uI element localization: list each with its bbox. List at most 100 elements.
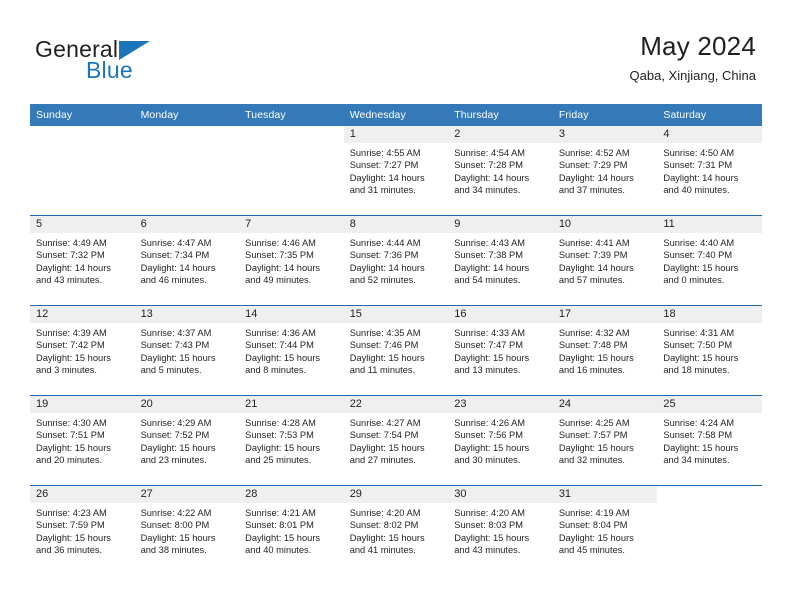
- day-number: 17: [552, 306, 658, 323]
- sun-info-line: and 34 minutes.: [454, 185, 521, 196]
- calendar-day-cell[interactable]: 4 Sunrise: 4:50 AM Sunset: 7:31 PM Daylight…: [657, 126, 762, 216]
- calendar-day-cell[interactable]: 29 Sunrise: 4:20 AM Sunset: 8:02 PM Dayligh…: [343, 485, 449, 575]
- calendar-day-cell[interactable]: 15 Sunrise: 4:35 AM Sunset: 7:46 PM Dayligh…: [343, 305, 449, 396]
- sun-info-line: Sunset: 7:47 PM: [454, 340, 523, 351]
- day-number: 31: [552, 486, 658, 503]
- sun-info-line: and 49 minutes.: [245, 275, 312, 286]
- calendar-day-cell[interactable]: 1 Sunrise: 4:55 AM Sunset: 7:27 PM Daylight…: [343, 126, 449, 216]
- sun-info: Sunrise: 4:29 AM Sunset: 7:52 PM Daylight:…: [135, 413, 240, 467]
- calendar-day-cell[interactable]: 9 Sunrise: 4:43 AM Sunset: 7:38 PM Daylight…: [448, 215, 553, 306]
- calendar-day-cell[interactable]: [30, 126, 135, 216]
- calendar-day-cell[interactable]: 6 Sunrise: 4:47 AM Sunset: 7:34 PM Daylight…: [134, 215, 240, 306]
- day-cell-content: 12 Sunrise: 4:39 AM Sunset: 7:42 PM Dayligh…: [30, 306, 135, 395]
- day-cell-content: 27 Sunrise: 4:22 AM Sunset: 8:00 PM Dayligh…: [134, 486, 240, 575]
- sun-info-line: Sunrise: 4:47 AM: [140, 238, 212, 248]
- calendar-day-cell[interactable]: 7 Sunrise: 4:46 AM Sunset: 7:35 PM Daylight…: [239, 215, 344, 306]
- calendar-day-cell[interactable]: 8 Sunrise: 4:44 AM Sunset: 7:36 PM Daylight…: [343, 215, 449, 306]
- calendar-week-row: 1 Sunrise: 4:55 AM Sunset: 7:27 PM Daylight…: [30, 126, 762, 216]
- sun-info-line: and 46 minutes.: [140, 275, 207, 286]
- calendar-day-cell[interactable]: 23 Sunrise: 4:26 AM Sunset: 7:56 PM Dayligh…: [448, 395, 553, 486]
- sun-info-line: and 37 minutes.: [558, 185, 625, 196]
- calendar-day-cell[interactable]: 18 Sunrise: 4:31 AM Sunset: 7:50 PM Dayligh…: [657, 305, 762, 396]
- day-cell-content: 22 Sunrise: 4:27 AM Sunset: 7:54 PM Dayligh…: [343, 396, 449, 485]
- sun-info: Sunrise: 4:44 AM Sunset: 7:36 PM Daylight:…: [344, 233, 449, 287]
- sun-info: Sunrise: 4:20 AM Sunset: 8:02 PM Daylight:…: [344, 503, 449, 557]
- sun-info-line: Daylight: 14 hours: [663, 172, 739, 183]
- day-number: 22: [343, 396, 449, 413]
- calendar-day-cell[interactable]: 3 Sunrise: 4:52 AM Sunset: 7:29 PM Daylight…: [552, 126, 658, 216]
- sun-info-line: Daylight: 15 hours: [349, 442, 425, 453]
- calendar-week-row: 26 Sunrise: 4:23 AM Sunset: 7:59 PM Dayligh…: [30, 485, 762, 575]
- calendar-week-row: 5 Sunrise: 4:49 AM Sunset: 7:32 PM Daylight…: [30, 215, 762, 306]
- day-number: 6: [134, 216, 240, 233]
- calendar-day-cell[interactable]: 28 Sunrise: 4:21 AM Sunset: 8:01 PM Dayligh…: [239, 485, 344, 575]
- day-number: [135, 126, 240, 143]
- weekday-header-friday: Friday: [552, 104, 658, 126]
- sun-info-line: Sunset: 7:31 PM: [663, 160, 733, 171]
- sun-info-line: Daylight: 14 hours: [558, 262, 634, 273]
- day-cell-content: 6 Sunrise: 4:47 AM Sunset: 7:34 PM Daylight…: [134, 216, 240, 305]
- calendar-day-cell[interactable]: 19 Sunrise: 4:30 AM Sunset: 7:51 PM Dayligh…: [30, 395, 135, 486]
- calendar-day-cell[interactable]: 5 Sunrise: 4:49 AM Sunset: 7:32 PM Daylight…: [30, 215, 135, 306]
- sun-info-line: Sunset: 7:35 PM: [245, 250, 314, 261]
- day-cell-content: 11 Sunrise: 4:40 AM Sunset: 7:40 PM Dayligh…: [657, 216, 762, 305]
- sun-info-line: Daylight: 15 hours: [36, 352, 111, 363]
- day-cell-content: 29 Sunrise: 4:20 AM Sunset: 8:02 PM Dayligh…: [343, 486, 449, 575]
- sun-info-line: Sunrise: 4:40 AM: [663, 238, 735, 248]
- sun-info-line: Sunrise: 4:39 AM: [36, 328, 107, 338]
- sun-info-line: Daylight: 14 hours: [349, 172, 425, 183]
- day-number: 18: [657, 306, 762, 323]
- day-number: 25: [657, 396, 762, 413]
- sun-info-line: Sunrise: 4:52 AM: [558, 148, 630, 158]
- sun-info-line: Daylight: 15 hours: [349, 532, 425, 543]
- sun-info-line: and 30 minutes.: [454, 455, 521, 466]
- sun-info-line: Sunset: 8:00 PM: [140, 520, 210, 531]
- calendar-day-cell[interactable]: 20 Sunrise: 4:29 AM Sunset: 7:52 PM Dayligh…: [134, 395, 240, 486]
- sun-info: Sunrise: 4:54 AM Sunset: 7:28 PM Daylight:…: [448, 143, 553, 197]
- sun-info-line: Sunrise: 4:26 AM: [454, 418, 526, 428]
- sun-info-line: Sunset: 8:02 PM: [349, 520, 419, 531]
- sun-info-line: and 40 minutes.: [245, 545, 312, 556]
- sun-info-line: Sunrise: 4:21 AM: [245, 508, 316, 518]
- sun-info-line: and 23 minutes.: [140, 455, 207, 466]
- day-number: [239, 126, 344, 143]
- calendar-day-cell[interactable]: 14 Sunrise: 4:36 AM Sunset: 7:44 PM Dayligh…: [239, 305, 344, 396]
- calendar-day-cell[interactable]: [239, 126, 344, 216]
- calendar-day-cell[interactable]: 25 Sunrise: 4:24 AM Sunset: 7:58 PM Dayligh…: [657, 395, 762, 486]
- sun-info-line: and 5 minutes.: [140, 365, 202, 376]
- sun-info-line: Daylight: 15 hours: [36, 442, 111, 453]
- calendar-day-cell[interactable]: 24 Sunrise: 4:25 AM Sunset: 7:57 PM Dayligh…: [552, 395, 658, 486]
- sun-info: Sunrise: 4:25 AM Sunset: 7:57 PM Daylight:…: [553, 413, 658, 467]
- calendar-day-cell[interactable]: 21 Sunrise: 4:28 AM Sunset: 7:53 PM Dayligh…: [239, 395, 344, 486]
- day-number: 10: [552, 216, 658, 233]
- sun-info-line: Sunrise: 4:33 AM: [454, 328, 526, 338]
- calendar-day-cell[interactable]: 11 Sunrise: 4:40 AM Sunset: 7:40 PM Dayligh…: [657, 215, 762, 306]
- weekday-header-sunday: Sunday: [30, 104, 135, 126]
- calendar-day-cell[interactable]: 13 Sunrise: 4:37 AM Sunset: 7:43 PM Dayligh…: [134, 305, 240, 396]
- sun-info: Sunrise: 4:41 AM Sunset: 7:39 PM Daylight:…: [553, 233, 658, 287]
- sun-info: Sunrise: 4:33 AM Sunset: 7:47 PM Daylight:…: [448, 323, 553, 377]
- sun-info-line: and 0 minutes.: [663, 275, 725, 286]
- calendar-day-cell[interactable]: 16 Sunrise: 4:33 AM Sunset: 7:47 PM Dayligh…: [448, 305, 553, 396]
- calendar-day-cell[interactable]: [135, 126, 240, 216]
- sun-info: Sunrise: 4:37 AM Sunset: 7:43 PM Daylight:…: [135, 323, 240, 377]
- calendar-day-cell[interactable]: 10 Sunrise: 4:41 AM Sunset: 7:39 PM Dayligh…: [552, 215, 658, 306]
- sun-info-line: and 36 minutes.: [36, 545, 103, 556]
- calendar-day-cell[interactable]: 22 Sunrise: 4:27 AM Sunset: 7:54 PM Dayligh…: [343, 395, 449, 486]
- sun-info-line: Daylight: 15 hours: [663, 262, 739, 273]
- sun-info-line: and 8 minutes.: [245, 365, 307, 376]
- calendar-day-cell[interactable]: 30 Sunrise: 4:20 AM Sunset: 8:03 PM Dayligh…: [448, 485, 553, 575]
- sun-info-line: Sunset: 7:53 PM: [245, 430, 314, 441]
- day-number: 23: [448, 396, 553, 413]
- calendar-day-cell[interactable]: 17 Sunrise: 4:32 AM Sunset: 7:48 PM Dayligh…: [552, 305, 658, 396]
- calendar-day-cell[interactable]: 2 Sunrise: 4:54 AM Sunset: 7:28 PM Daylight…: [448, 126, 553, 216]
- calendar-day-cell[interactable]: [657, 485, 762, 575]
- sun-info-line: Sunrise: 4:25 AM: [558, 418, 630, 428]
- calendar-day-cell[interactable]: 27 Sunrise: 4:22 AM Sunset: 8:00 PM Dayligh…: [134, 485, 240, 575]
- sun-info-line: Daylight: 14 hours: [36, 262, 111, 273]
- calendar-day-cell[interactable]: 31 Sunrise: 4:19 AM Sunset: 8:04 PM Dayligh…: [552, 485, 658, 575]
- calendar-day-cell[interactable]: 26 Sunrise: 4:23 AM Sunset: 7:59 PM Dayligh…: [30, 485, 135, 575]
- sun-info-line: Sunset: 7:32 PM: [36, 250, 105, 261]
- calendar-day-cell[interactable]: 12 Sunrise: 4:39 AM Sunset: 7:42 PM Dayligh…: [30, 305, 135, 396]
- sun-info: Sunrise: 4:23 AM Sunset: 7:59 PM Daylight:…: [30, 503, 135, 557]
